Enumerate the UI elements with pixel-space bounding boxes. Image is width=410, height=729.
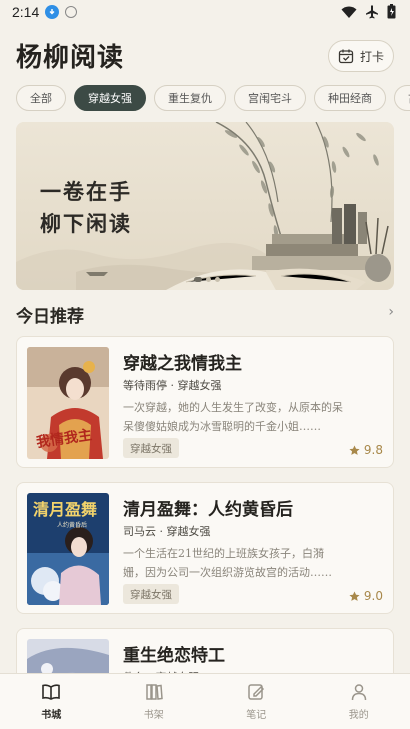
- status-bar: 2:14: [0, 0, 410, 24]
- nav-label: 我的: [348, 710, 369, 721]
- download-notification-icon: [45, 5, 60, 19]
- category-chip-rebirth-revenge[interactable]: 重生复仇: [154, 85, 226, 111]
- category-chip-farming-business[interactable]: 种田经商: [314, 85, 386, 111]
- status-time: 2:14: [12, 4, 40, 20]
- category-chip-palace-intrigue[interactable]: 宫闱宅斗: [234, 85, 306, 111]
- book-cover: 我情我主: [27, 347, 109, 459]
- checkin-label: 打卡: [359, 49, 384, 64]
- category-chip-all[interactable]: 全部: [16, 85, 66, 111]
- carousel-dot[interactable]: [206, 277, 211, 282]
- bookshelf-icon: [146, 684, 163, 700]
- banner-line-1: 一卷在手: [40, 179, 132, 204]
- checkin-button[interactable]: 打卡: [328, 40, 394, 72]
- carousel-dot[interactable]: [215, 277, 220, 282]
- category-chip-ancient[interactable]: 古代: [394, 85, 410, 111]
- nav-tab-profile[interactable]: 我的: [308, 674, 410, 729]
- calendar-check-icon: [338, 49, 354, 64]
- recommend-section-header: 今日推荐 ›: [16, 302, 394, 327]
- user-icon: [351, 684, 366, 701]
- book-genre-tag: 穿越女强: [123, 584, 179, 604]
- battery-icon: [387, 4, 396, 19]
- book-cover: 清月盈舞 人约黄昏后: [27, 493, 109, 605]
- book-rating: 9.8: [349, 443, 383, 457]
- book-description: 一次穿越，她的人生发生了改变，从原本的呆呆傻傻姑娘成为冰雪聪明的千金小姐……: [123, 401, 343, 433]
- svg-text:清月盈舞: 清月盈舞: [33, 500, 97, 519]
- nav-tab-bookshelf[interactable]: 书架: [103, 674, 206, 729]
- info-notification-icon: [65, 6, 78, 18]
- wifi-icon: [341, 6, 357, 18]
- book-card[interactable]: 清月盈舞 人约黄昏后 清月盈舞：人约黄昏后 司马云 · 穿越女强 一个生活在21…: [16, 482, 394, 614]
- rating-value: 9.8: [363, 443, 383, 457]
- book-author-genre: 司马云 · 穿越女强: [123, 525, 211, 538]
- section-title: 今日推荐: [16, 307, 84, 327]
- book-title: 重生绝恋特工: [123, 646, 225, 666]
- book-author-genre: 等待雨停 · 穿越女强: [123, 379, 222, 392]
- hero-banner[interactable]: 一卷在手 柳下闲读: [16, 122, 394, 290]
- nav-tab-bookstore[interactable]: 书城: [0, 674, 103, 729]
- carousel-indicator: [194, 277, 220, 282]
- category-tabs: 全部 穿越女强 重生复仇 宫闱宅斗 种田经商 古代: [16, 85, 410, 111]
- header: 杨柳阅读 打卡: [16, 40, 394, 76]
- banner-line-2: 柳下闲读: [40, 211, 132, 236]
- banner-slogan: 一卷在手 柳下闲读: [40, 176, 132, 240]
- airplane-icon: [366, 5, 378, 18]
- bottom-navigation: 书城 书架 笔记 我的: [0, 673, 410, 729]
- nav-label: 笔记: [246, 710, 267, 721]
- book-title: 穿越之我情我主: [123, 354, 242, 374]
- nav-label: 书架: [143, 710, 164, 721]
- book-open-icon: [42, 684, 61, 700]
- category-chip-time-travel[interactable]: 穿越女强: [74, 85, 146, 111]
- rating-value: 9.0: [363, 589, 383, 603]
- chevron-right-icon[interactable]: ›: [388, 304, 394, 320]
- nav-label: 书城: [41, 710, 62, 721]
- carousel-dot[interactable]: [194, 277, 202, 282]
- star-icon: [349, 590, 360, 601]
- nav-tab-notes[interactable]: 笔记: [205, 674, 308, 729]
- book-description: 一个生活在21世纪的上班族女孩子，白漪姗，因为公司一次组织游览故宫的活动……: [123, 547, 332, 579]
- star-icon: [349, 444, 360, 455]
- book-card[interactable]: 我情我主 穿越之我情我主 等待雨停 · 穿越女强 一次穿越，她的人生发生了改变，…: [16, 336, 394, 468]
- book-genre-tag: 穿越女强: [123, 438, 179, 458]
- svg-text:人约黄昏后: 人约黄昏后: [57, 521, 87, 529]
- note-edit-icon: [248, 684, 265, 700]
- book-title: 清月盈舞：人约黄昏后: [123, 500, 293, 520]
- book-rating: 9.0: [349, 589, 383, 603]
